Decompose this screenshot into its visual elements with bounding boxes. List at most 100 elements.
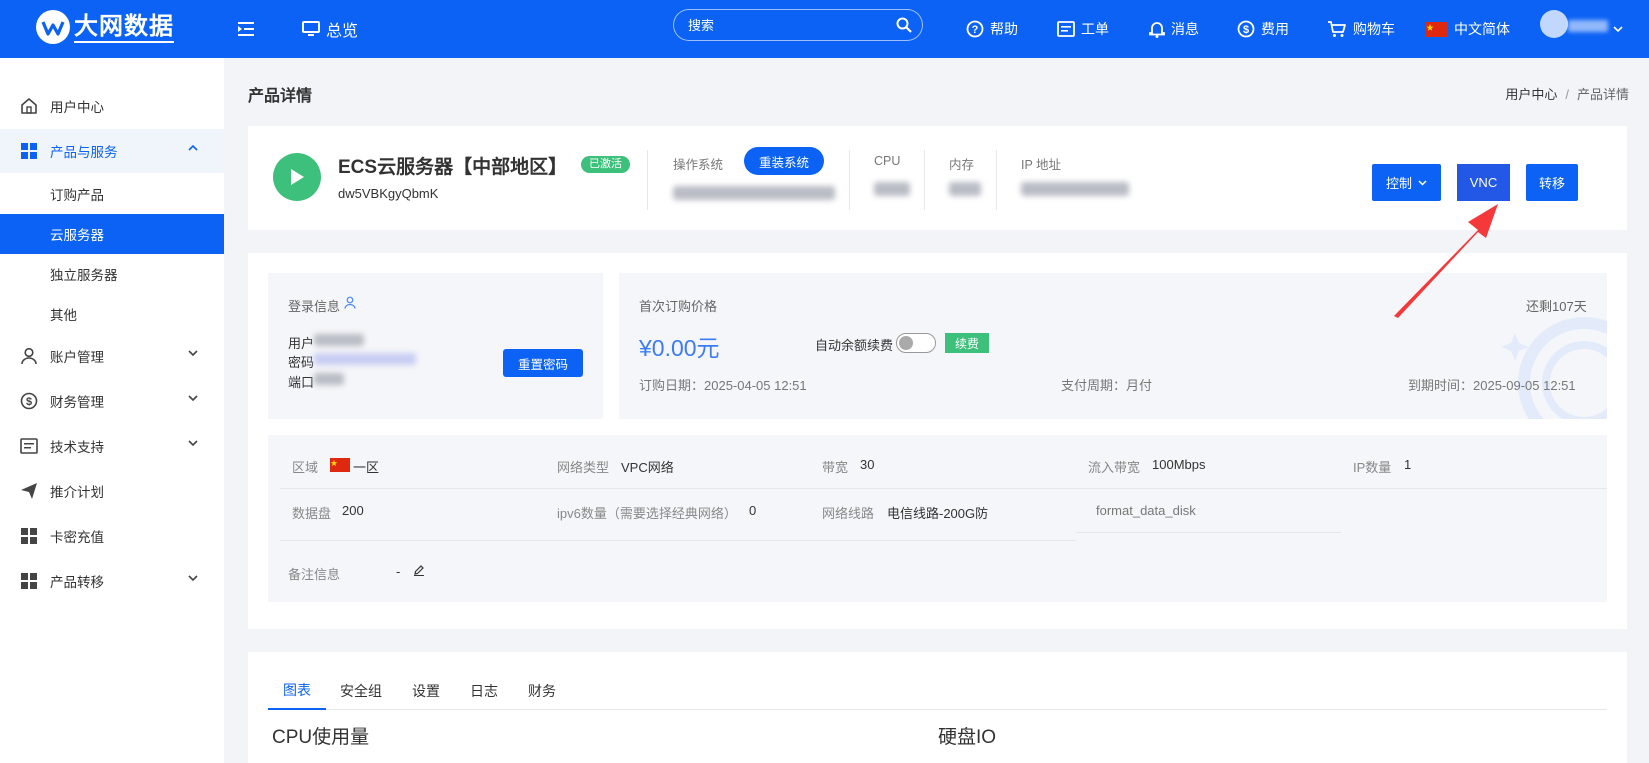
divider [924, 150, 925, 210]
tab-security-group[interactable]: 安全组 [334, 672, 388, 710]
network-line-value: 电信线路-200G防 [887, 506, 989, 521]
breadcrumb-home[interactable]: 用户中心 [1505, 87, 1557, 102]
remaining-days: 还剩107天 [1526, 299, 1587, 314]
tab-logs[interactable]: 日志 [460, 672, 508, 710]
os-value-blurred [673, 186, 835, 200]
disk-io-title: 硬盘IO [938, 727, 997, 748]
edit-icon[interactable] [413, 564, 425, 576]
search-icon[interactable] [896, 17, 912, 33]
sidebar-item-product-transfer[interactable]: 产品转移 [0, 559, 224, 603]
divider [280, 540, 1076, 541]
sidebar-item-referral[interactable]: 推介计划 [0, 469, 224, 513]
pay-cycle: 支付周期：月付 [1061, 378, 1153, 393]
ipv6-count-label: ipv6数量（需要选择经典网络） [557, 506, 737, 521]
format-data-disk[interactable]: format_data_disk [1096, 503, 1196, 518]
cpu-usage-title: CPU使用量 [272, 727, 370, 748]
home-icon [20, 97, 38, 115]
sidebar-item-support[interactable]: 技术支持 [0, 424, 224, 468]
svg-text:?: ? [972, 24, 979, 36]
sidebar-sub-other[interactable]: 其他 [0, 294, 224, 334]
user-name-blurred [1568, 20, 1608, 32]
ticket-link[interactable]: 工单 [1057, 0, 1109, 58]
logo[interactable]: 大网数据 [36, 8, 174, 46]
reset-password-button[interactable]: 重置密码 [503, 349, 583, 377]
tab-chart[interactable]: 图表 [268, 672, 326, 710]
vnc-button[interactable]: VNC [1457, 164, 1510, 201]
top-bar: 大网数据 总览 ? 帮助 工单 消息 $ 费用 购物车 中文简体 [0, 0, 1649, 58]
sidebar-item-account[interactable]: 账户管理 [0, 334, 224, 378]
product-name: ECS云服务器【中部地区】 [338, 157, 568, 178]
password-blurred [314, 353, 416, 365]
sidebar-item-finance[interactable]: $ 财务管理 [0, 379, 224, 423]
transfer-button[interactable]: 转移 [1526, 164, 1578, 201]
watermark-icon [1501, 317, 1607, 419]
cpu-value-blurred [874, 182, 910, 196]
avatar[interactable] [1540, 10, 1568, 38]
grid-icon [20, 142, 38, 160]
expire-date: 到期时间：2025-09-05 12:51 [1408, 378, 1576, 393]
search-input[interactable] [688, 17, 896, 33]
help-link[interactable]: ? 帮助 [966, 0, 1018, 58]
ipv6-count-value: 0 [749, 503, 757, 518]
renew-button[interactable]: 续费 [945, 333, 989, 353]
breadcrumb: 用户中心 / 产品详情 [1505, 87, 1629, 102]
sidebar-sub-order[interactable]: 订购产品 [0, 174, 224, 214]
ip-label: IP 地址 [1021, 158, 1062, 172]
sidebar-item-products[interactable]: 产品与服务 [0, 129, 224, 173]
cart-link[interactable]: 购物车 [1327, 0, 1395, 58]
control-dropdown-button[interactable]: 控制 [1372, 164, 1441, 201]
sidebar-sub-dedicated[interactable]: 独立服务器 [0, 254, 224, 294]
fee-link[interactable]: $ 费用 [1237, 0, 1289, 58]
sidebar-item-user-center[interactable]: 用户中心 [0, 84, 224, 128]
product-id: dw5VBKgyQbmK [338, 186, 439, 201]
remark-value: - [396, 564, 401, 579]
network-type-label: 网络类型 [557, 460, 610, 475]
ip-count-value: 1 [1404, 457, 1412, 472]
auto-renew-toggle[interactable] [896, 333, 936, 353]
username-blurred [314, 334, 364, 346]
logo-mark-icon [36, 10, 70, 44]
ip-count-label: IP数量 [1353, 460, 1392, 475]
chevron-down-icon[interactable] [1613, 0, 1629, 58]
bandwidth-label: 带宽 [822, 460, 849, 475]
first-price-label: 首次订购价格 [639, 299, 718, 314]
play-icon[interactable] [273, 153, 321, 201]
sidebar-sub-cloud-server[interactable]: 云服务器 [0, 214, 224, 254]
order-date: 订购日期：2025-04-05 12:51 [639, 378, 807, 393]
memory-value-blurred [949, 182, 981, 196]
divider [996, 150, 997, 210]
message-link[interactable]: 消息 [1149, 0, 1199, 58]
language-switch[interactable]: 中文简体 [1426, 0, 1510, 58]
inbound-bandwidth-label: 流入带宽 [1088, 460, 1141, 475]
page-title: 产品详情 [248, 88, 313, 105]
chevron-down-icon [188, 395, 198, 401]
reinstall-button[interactable]: 重装系统 [744, 147, 824, 175]
user-icon [20, 347, 38, 365]
china-flag-icon [1426, 21, 1448, 37]
tab-settings[interactable]: 设置 [402, 672, 450, 710]
search-box[interactable] [673, 9, 923, 41]
chevron-down-icon [1418, 179, 1427, 186]
send-icon [20, 482, 38, 500]
cart-icon [1328, 21, 1346, 37]
port-label: 端口 [288, 375, 315, 390]
network-line-label: 网络线路 [822, 506, 875, 521]
grid-icon [20, 572, 38, 590]
bandwidth-value: 30 [860, 457, 875, 472]
divider [280, 488, 1607, 489]
chevron-down-icon [188, 440, 198, 446]
divider [647, 150, 648, 210]
grid-icon [20, 527, 38, 545]
region-label: 区域 [292, 460, 319, 475]
sidebar-item-card-recharge[interactable]: 卡密充值 [0, 514, 224, 558]
data-disk-value: 200 [342, 503, 364, 518]
chevron-down-icon [188, 575, 198, 581]
divider [1076, 532, 1341, 533]
menu-toggle-icon[interactable] [238, 0, 262, 58]
user-outline-icon [344, 296, 356, 309]
data-disk-label: 数据盘 [292, 506, 332, 521]
overview-link[interactable]: 总览 [302, 0, 358, 58]
login-info-panel [268, 273, 603, 419]
chevron-down-icon [188, 350, 198, 356]
tab-finance[interactable]: 财务 [518, 672, 566, 710]
